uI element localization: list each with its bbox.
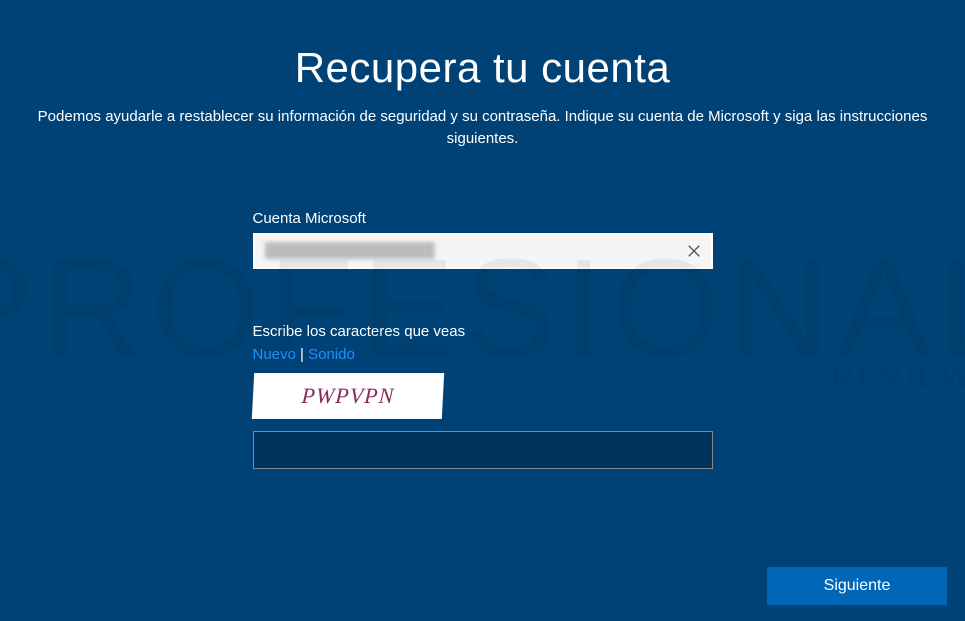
- captcha-label: Escribe los caracteres que veas: [253, 323, 713, 340]
- page-title: Recupera tu cuenta: [0, 0, 965, 92]
- captcha-links: Nuevo | Sonido: [253, 346, 713, 363]
- account-label: Cuenta Microsoft: [253, 210, 713, 227]
- captcha-audio-link[interactable]: Sonido: [308, 346, 355, 363]
- account-input[interactable]: [265, 242, 683, 259]
- clear-account-button[interactable]: [683, 240, 705, 262]
- recovery-form: Cuenta Microsoft Escribe los caracteres …: [253, 210, 713, 469]
- account-input-wrap[interactable]: [253, 233, 713, 269]
- captcha-new-link[interactable]: Nuevo: [253, 346, 296, 363]
- captcha-image: PWPVPN: [251, 373, 443, 419]
- captcha-input[interactable]: [253, 431, 713, 469]
- close-icon: [687, 244, 701, 258]
- link-separator: |: [296, 346, 308, 363]
- page-subtitle: Podemos ayudarle a restablecer su inform…: [0, 92, 965, 150]
- next-button[interactable]: Siguiente: [767, 567, 947, 605]
